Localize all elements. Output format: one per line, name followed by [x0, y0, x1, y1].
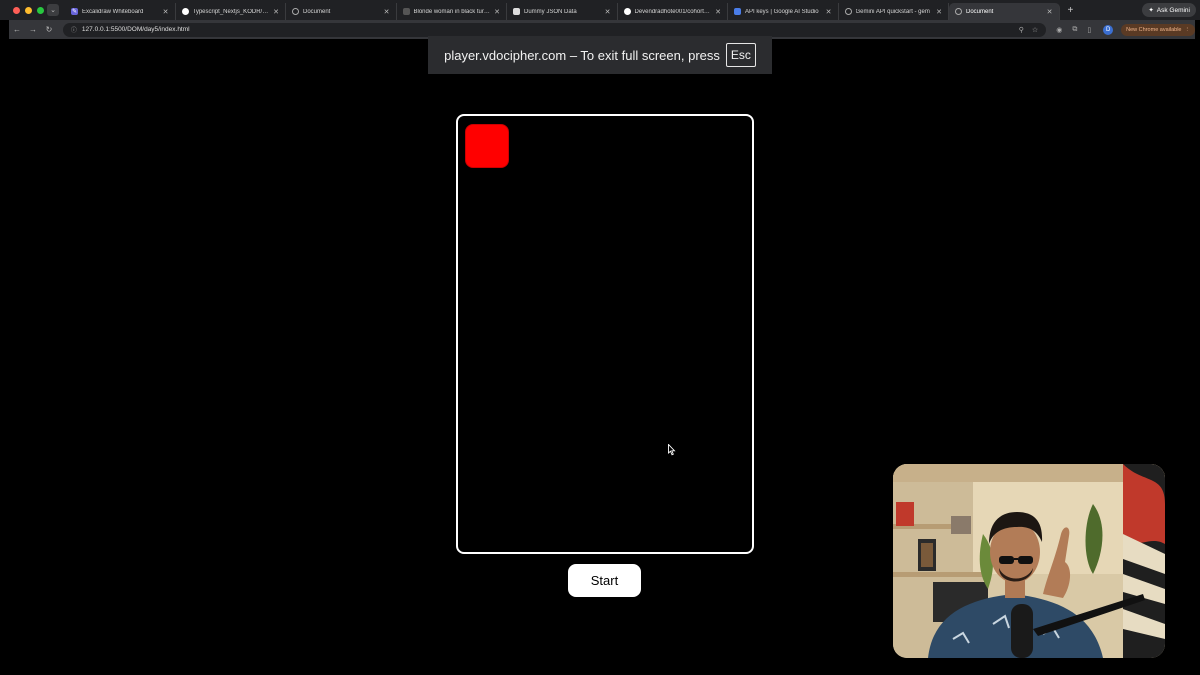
tab-github-cohort[interactable]: Devendradhote001/cohort3.0 ✕: [618, 3, 728, 20]
url-text: 127.0.0.1:5500/DOM/day5/index.html: [81, 26, 190, 33]
maximize-window-button[interactable]: [37, 6, 44, 14]
globe-icon: [292, 8, 299, 15]
address-bar[interactable]: ⓘ 127.0.0.1:5500/DOM/day5/index.html ⚲ ☆: [62, 22, 1047, 37]
tab-search-chevron-icon[interactable]: ⌄: [47, 4, 59, 16]
json-icon: [513, 8, 520, 15]
new-tab-plus-icon[interactable]: +: [1068, 5, 1074, 16]
tab-dummy-json[interactable]: Dummy JSON Data ✕: [507, 3, 618, 20]
image-icon: [402, 8, 410, 15]
zoom-icon[interactable]: ⚲: [1019, 26, 1024, 34]
gemini-icon: [844, 8, 852, 15]
close-tab-icon[interactable]: ✕: [494, 8, 500, 16]
side-panel-icon[interactable]: ▯: [1087, 26, 1091, 34]
presenter-video-image: [893, 464, 1165, 658]
minimize-window-button[interactable]: [25, 6, 32, 14]
bookmark-star-icon[interactable]: ☆: [1032, 26, 1038, 34]
tab-excalidraw[interactable]: ✎ Excalidraw Whiteboard ✕: [65, 3, 176, 20]
close-window-button[interactable]: [13, 6, 20, 14]
player-box: [465, 124, 509, 168]
mouse-cursor-icon: [668, 444, 676, 456]
tab-list: ✎ Excalidraw Whiteboard ✕ Typescript_Nextj…: [65, 0, 1060, 20]
forward-arrow-icon[interactable]: →: [25, 25, 41, 34]
browser-tab-strip: ⌄ ✎ Excalidraw Whiteboard ✕ Typescript_Nex…: [0, 0, 1200, 20]
excalidraw-icon: ✎: [71, 8, 78, 15]
close-tab-icon[interactable]: ✕: [273, 8, 279, 16]
close-tab-icon[interactable]: ✕: [826, 8, 832, 16]
close-tab-icon[interactable]: ✕: [605, 8, 611, 16]
close-tab-icon[interactable]: ✕: [715, 8, 721, 16]
webcam-overlay: [893, 464, 1165, 658]
extension-icon[interactable]: ◉: [1056, 26, 1062, 34]
globe-icon: [955, 8, 962, 15]
game-container: [456, 114, 754, 554]
tab-github-typescript[interactable]: Typescript_Nextjs_KODR/rea ✕: [176, 3, 286, 20]
gemini-sparkle-icon: ✦: [1148, 7, 1154, 14]
tab-document-active[interactable]: Document ✕: [949, 3, 1060, 20]
more-vertical-icon: ⋮: [1184, 26, 1191, 33]
fullscreen-notice: player.vdocipher.com – To exit full scre…: [428, 36, 772, 74]
close-tab-icon[interactable]: ✕: [384, 8, 390, 16]
github-icon: [623, 8, 631, 15]
close-tab-icon[interactable]: ✕: [936, 8, 942, 16]
close-tab-icon[interactable]: ✕: [163, 8, 169, 16]
site-info-icon[interactable]: ⓘ: [71, 25, 77, 34]
tab-gemini-quickstart[interactable]: Gemini API quickstart - gem ✕: [839, 3, 949, 20]
profile-avatar[interactable]: D: [1103, 24, 1114, 35]
esc-key-badge: Esc: [725, 43, 756, 67]
tab-ai-studio[interactable]: API keys | Google AI Studio ✕: [728, 3, 839, 20]
fullscreen-notice-text: player.vdocipher.com – To exit full scre…: [444, 47, 720, 63]
tab-document[interactable]: Document ✕: [286, 3, 397, 20]
tab-image[interactable]: Blonde woman in black turtle ✕: [397, 3, 507, 20]
window-controls: [0, 6, 45, 14]
reload-icon[interactable]: ↻: [41, 25, 57, 34]
back-arrow-icon[interactable]: ←: [9, 25, 25, 34]
github-icon: [181, 8, 189, 15]
ask-gemini-button[interactable]: ✦ Ask Gemini: [1142, 3, 1196, 17]
chrome-update-button[interactable]: New Chrome available ⋮: [1121, 23, 1195, 36]
close-tab-icon[interactable]: ✕: [1047, 8, 1053, 16]
puzzle-icon[interactable]: ⧉: [1072, 26, 1077, 34]
start-button[interactable]: Start: [568, 564, 641, 597]
studio-icon: [734, 8, 741, 15]
